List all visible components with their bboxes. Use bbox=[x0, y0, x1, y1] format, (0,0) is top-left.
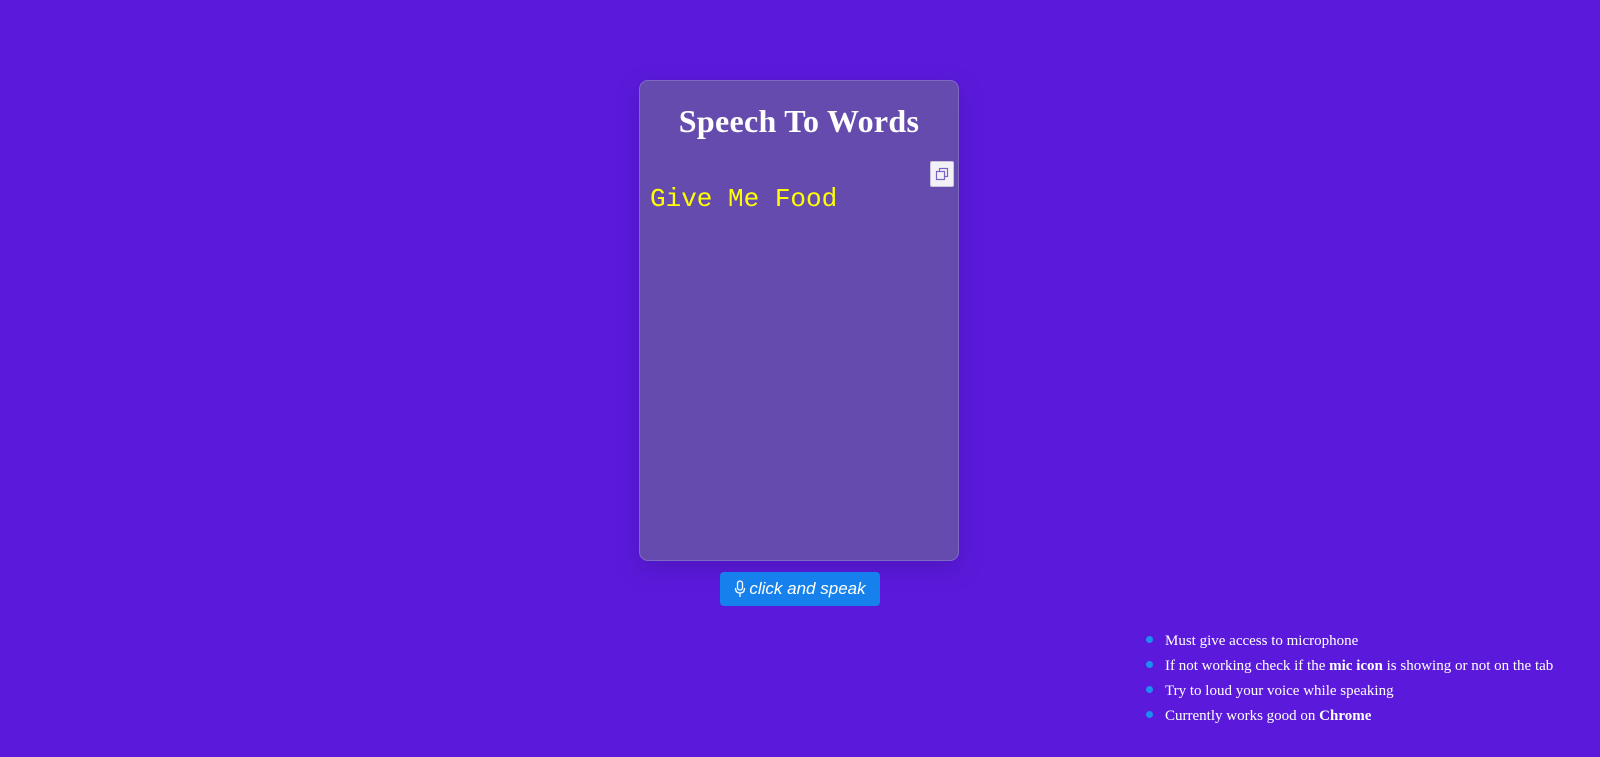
instructions-list: Must give access to microphone If not wo… bbox=[1132, 629, 1553, 729]
list-item: Try to loud your voice while speaking bbox=[1132, 679, 1553, 704]
transcript-text: Give Me Food bbox=[650, 184, 838, 214]
note-text: Try to loud your voice while speaking bbox=[1165, 683, 1394, 699]
copy-button[interactable] bbox=[930, 161, 954, 187]
bullet-icon bbox=[1146, 661, 1153, 668]
note-text: Must give access to microphone bbox=[1165, 633, 1359, 649]
speak-button-label: click and speak bbox=[749, 579, 866, 598]
note-text-post: is showing or not on the tab bbox=[1382, 658, 1554, 674]
app-title: Speech To Words bbox=[678, 103, 920, 139]
note-text-bold: Chrome bbox=[1319, 708, 1372, 724]
page: Speech To Words Give Me Food click and s… bbox=[0, 0, 1600, 757]
list-item: Must give access to microphone bbox=[1132, 629, 1553, 654]
speech-card: Speech To Words Give Me Food bbox=[639, 80, 959, 561]
speak-button[interactable]: click and speak bbox=[720, 572, 880, 606]
list-item: Currently works good on Chrome bbox=[1132, 704, 1553, 729]
note-text-pre: Currently works good on bbox=[1165, 708, 1320, 724]
mic-icon bbox=[734, 580, 746, 598]
note-text-bold: mic icon bbox=[1329, 658, 1383, 674]
bullet-icon bbox=[1146, 686, 1153, 693]
bullet-icon bbox=[1146, 711, 1153, 718]
list-item: If not working check if the mic icon is … bbox=[1132, 654, 1553, 679]
note-text-pre: If not working check if the bbox=[1165, 658, 1330, 674]
copy-icon bbox=[934, 166, 950, 182]
bullet-icon bbox=[1146, 636, 1153, 643]
